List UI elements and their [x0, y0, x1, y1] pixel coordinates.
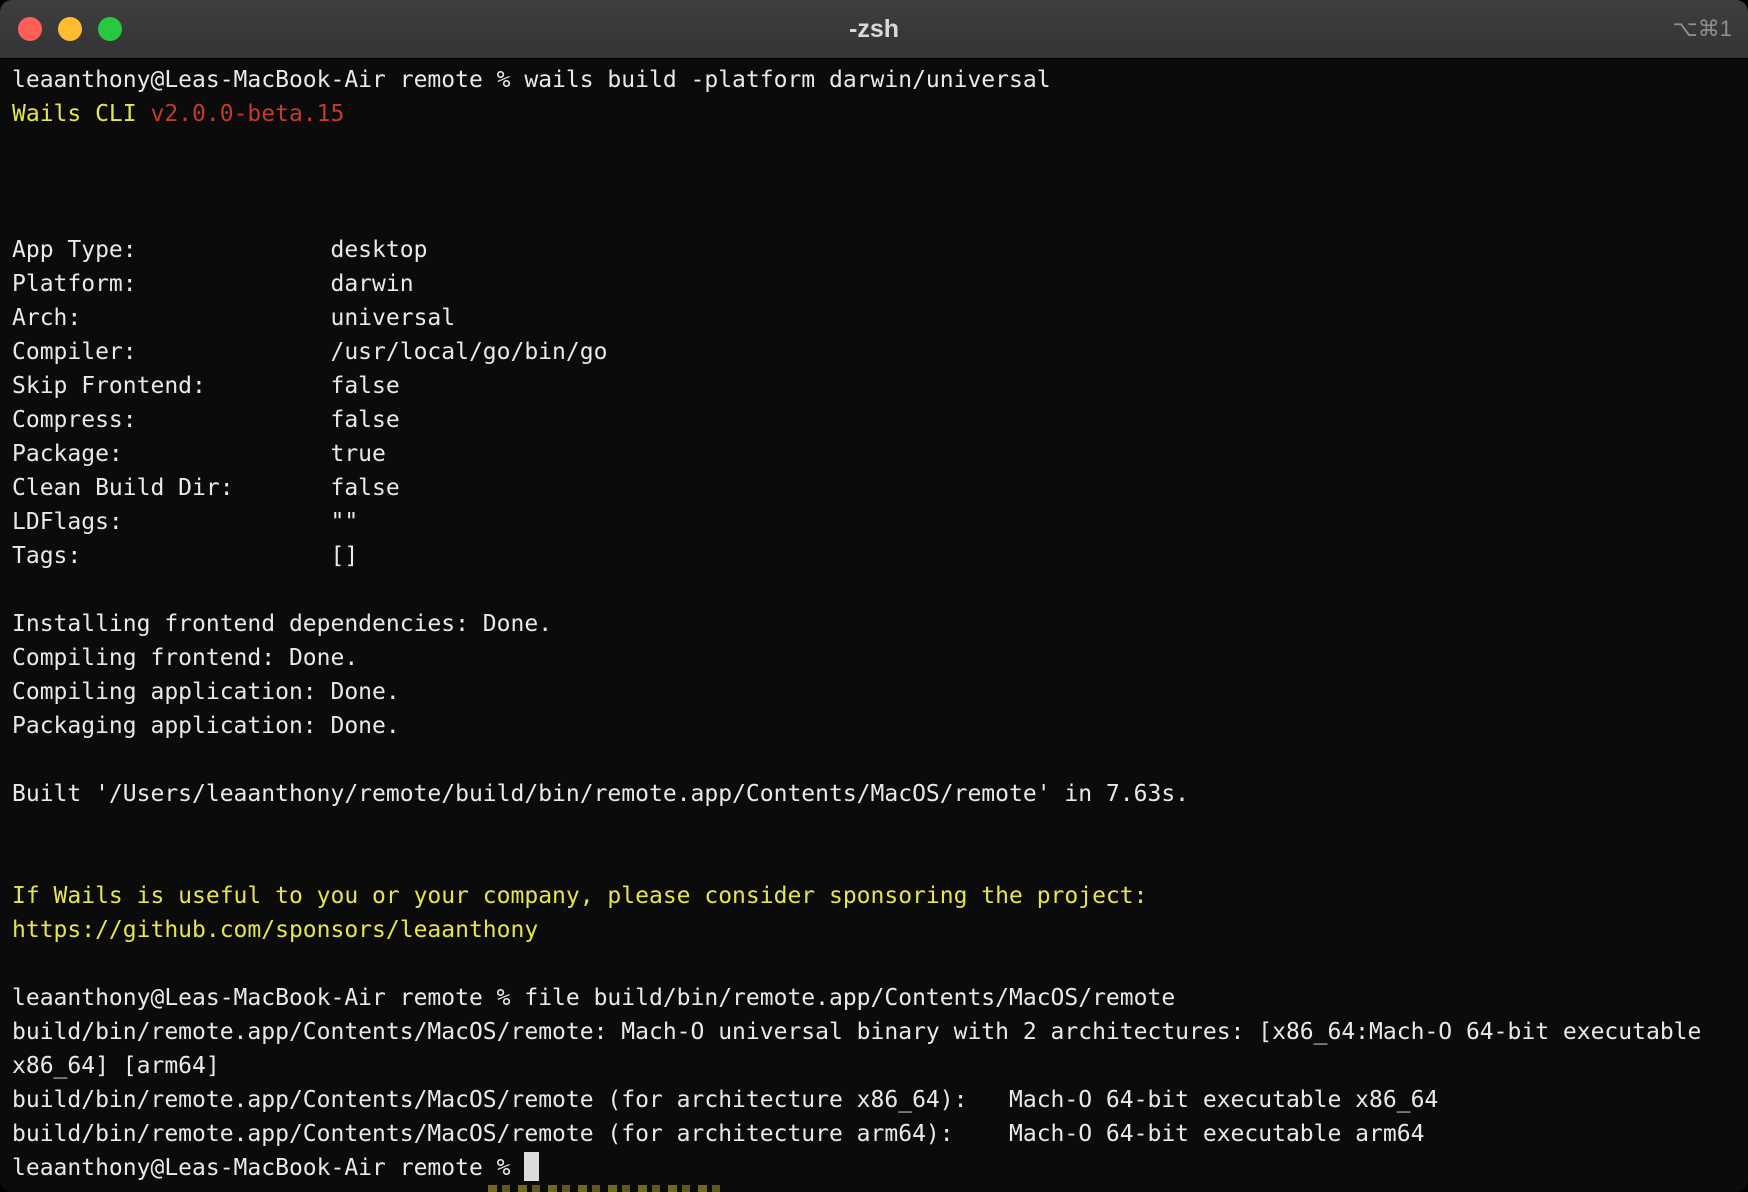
terminal-line: Compress: false	[12, 403, 1748, 437]
terminal-line: Package: true	[12, 437, 1748, 471]
terminal-line: Wails CLI v2.0.0-beta.15	[12, 97, 1748, 131]
terminal-line: Arch: universal	[12, 301, 1748, 335]
terminal-line: Skip Frontend: false	[12, 369, 1748, 403]
titlebar[interactable]: -zsh ⌥⌘1	[0, 0, 1748, 59]
terminal-line	[12, 573, 1748, 607]
traffic-lights	[18, 17, 122, 41]
window-title: -zsh	[0, 15, 1748, 44]
terminal-line: App Type: desktop	[12, 233, 1748, 267]
terminal-text-segment: Compiler: /usr/local/go/bin/go	[12, 339, 607, 365]
terminal-line: Clean Build Dir: false	[12, 471, 1748, 505]
terminal-text-segment: Clean Build Dir: false	[12, 475, 400, 501]
terminal-text-segment: If Wails is useful to you or your compan…	[12, 883, 1147, 909]
terminal-text-segment: leaanthony@Leas-MacBook-Air remote % wai…	[12, 67, 1051, 93]
terminal-text-segment: build/bin/remote.app/Contents/MacOS/remo…	[12, 1087, 1438, 1113]
window-shortcut-label: ⌥⌘1	[1672, 0, 1732, 58]
terminal-line: Platform: darwin	[12, 267, 1748, 301]
terminal-line: Compiling application: Done.	[12, 675, 1748, 709]
close-button[interactable]	[18, 17, 42, 41]
terminal-line: Tags: []	[12, 539, 1748, 573]
terminal-line: https://github.com/sponsors/leaanthony	[12, 913, 1748, 947]
minimize-button[interactable]	[58, 17, 82, 41]
terminal-text-segment: LDFlags: ""	[12, 509, 358, 535]
zoom-button[interactable]	[98, 17, 122, 41]
terminal-text-segment: Skip Frontend: false	[12, 373, 400, 399]
terminal-text-segment: Built '/Users/leaanthony/remote/build/bi…	[12, 781, 1189, 807]
terminal-text-segment: Compiling application: Done.	[12, 679, 400, 705]
terminal-line: x86_64] [arm64]	[12, 1049, 1748, 1083]
terminal-text-segment: App Type: desktop	[12, 237, 427, 263]
terminal-text-segment: build/bin/remote.app/Contents/MacOS/remo…	[12, 1121, 1424, 1147]
terminal-line	[12, 811, 1748, 845]
terminal-text-segment: Arch: universal	[12, 305, 455, 331]
terminal-text-segment: Packaging application: Done.	[12, 713, 400, 739]
terminal-line	[12, 199, 1748, 233]
terminal-text-segment: Installing frontend dependencies: Done.	[12, 611, 552, 637]
terminal-line: Compiler: /usr/local/go/bin/go	[12, 335, 1748, 369]
terminal-line: LDFlags: ""	[12, 505, 1748, 539]
terminal-line: build/bin/remote.app/Contents/MacOS/remo…	[12, 1117, 1748, 1151]
terminal-line	[12, 743, 1748, 777]
terminal-line: Built '/Users/leaanthony/remote/build/bi…	[12, 777, 1748, 811]
terminal-window: -zsh ⌥⌘1 leaanthony@Leas-MacBook-Air rem…	[0, 0, 1748, 1192]
terminal-line	[12, 947, 1748, 981]
terminal-line	[12, 845, 1748, 879]
terminal-cursor	[524, 1152, 538, 1180]
terminal-line: Compiling frontend: Done.	[12, 641, 1748, 675]
terminal-text-segment: Platform: darwin	[12, 271, 414, 297]
terminal-output[interactable]: leaanthony@Leas-MacBook-Air remote % wai…	[0, 59, 1748, 1185]
terminal-text-segment: x86_64] [arm64]	[12, 1053, 220, 1079]
terminal-line: leaanthony@Leas-MacBook-Air remote %	[12, 1151, 1748, 1185]
terminal-line: leaanthony@Leas-MacBook-Air remote % wai…	[12, 63, 1748, 97]
terminal-text-segment: build/bin/remote.app/Contents/MacOS/remo…	[12, 1019, 1701, 1045]
terminal-line: Installing frontend dependencies: Done.	[12, 607, 1748, 641]
clipped-text-fragment	[488, 1185, 720, 1192]
terminal-line: build/bin/remote.app/Contents/MacOS/remo…	[12, 1083, 1748, 1117]
terminal-line: Packaging application: Done.	[12, 709, 1748, 743]
terminal-text-segment: https://github.com/sponsors/leaanthony	[12, 917, 538, 943]
terminal-text-segment: Wails CLI	[12, 101, 150, 127]
terminal-text-segment: leaanthony@Leas-MacBook-Air remote %	[12, 1155, 524, 1181]
terminal-text-segment: Tags: []	[12, 543, 358, 569]
terminal-text-segment: Compress: false	[12, 407, 400, 433]
terminal-text-segment: v2.0.0-beta.15	[150, 101, 344, 127]
terminal-line	[12, 165, 1748, 199]
terminal-text-segment: leaanthony@Leas-MacBook-Air remote % fil…	[12, 985, 1175, 1011]
terminal-line: leaanthony@Leas-MacBook-Air remote % fil…	[12, 981, 1748, 1015]
terminal-line: build/bin/remote.app/Contents/MacOS/remo…	[12, 1015, 1748, 1049]
terminal-line	[12, 131, 1748, 165]
terminal-text-segment: Package: true	[12, 441, 386, 467]
terminal-line: If Wails is useful to you or your compan…	[12, 879, 1748, 913]
terminal-text-segment: Compiling frontend: Done.	[12, 645, 358, 671]
